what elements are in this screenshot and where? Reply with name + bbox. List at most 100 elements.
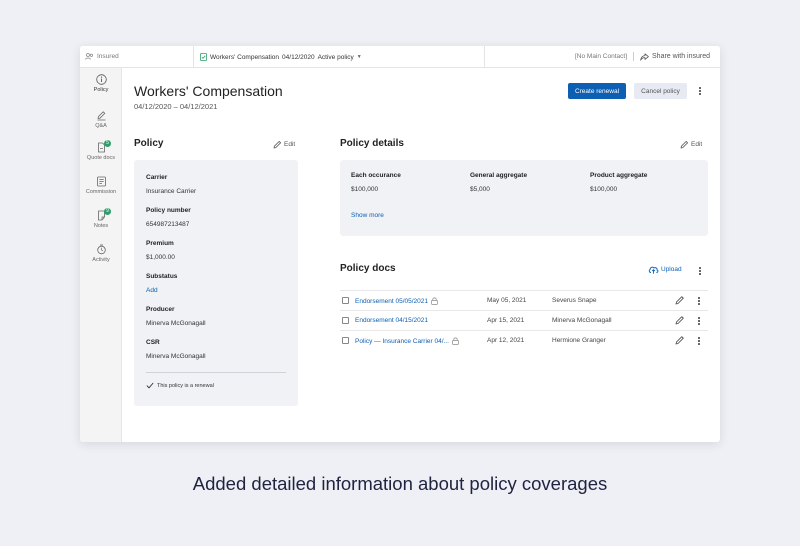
- commission-icon: [96, 176, 106, 187]
- docs-more-options-icon[interactable]: [696, 265, 704, 277]
- table-row[interactable]: Endorsement 04/15/2021 Apr 15, 2021 Mine…: [340, 310, 708, 330]
- sidebar-item-policy[interactable]: Policy: [80, 74, 122, 93]
- substatus-label: Substatus: [146, 273, 178, 280]
- caption: Added detailed information about policy …: [192, 473, 608, 494]
- tab-date: 04/12/2020: [282, 53, 315, 61]
- doc-owner: Minerva McGonagall: [552, 317, 612, 324]
- row-checkbox[interactable]: [342, 297, 349, 304]
- pencil-icon[interactable]: [675, 295, 685, 305]
- pencil-icon[interactable]: [675, 335, 685, 345]
- doc-date: May 05, 2021: [487, 297, 527, 304]
- general-aggregate-value: $5,000: [470, 186, 490, 193]
- sidebar-item-label: Notes: [93, 223, 109, 229]
- sidebar-item-commission[interactable]: Commission: [80, 176, 122, 195]
- page-title: Workers' Compensation: [134, 83, 283, 99]
- premium-label: Premium: [146, 240, 174, 247]
- substatus-add-link[interactable]: Add: [146, 287, 158, 294]
- sidebar-item-quote-docs[interactable]: 5 Quote docs: [80, 140, 122, 161]
- doc-name-link[interactable]: Endorsement 04/15/2021: [355, 317, 428, 324]
- row-more-options-icon[interactable]: [695, 295, 703, 307]
- doc-date: Apr 12, 2021: [487, 337, 525, 344]
- sidebar-item-label: Q&A: [95, 123, 107, 129]
- info-icon: [95, 74, 107, 85]
- policy-section-title: Policy: [134, 138, 164, 149]
- insured-link[interactable]: Insured: [85, 53, 119, 60]
- activity-icon: [96, 244, 106, 255]
- document-check-icon: [200, 53, 207, 61]
- policy-details-edit-button[interactable]: Edit: [680, 140, 702, 149]
- notes-badge: 9: [104, 208, 111, 215]
- tab-status: Active policy: [317, 53, 354, 61]
- csr-value: Minerva McGonagall: [146, 353, 206, 360]
- producer-label: Producer: [146, 306, 175, 313]
- lock-icon: [452, 337, 459, 345]
- sidebar-item-qa[interactable]: Q&A: [80, 110, 122, 129]
- doc-owner: Hermione Granger: [552, 337, 606, 344]
- edit-label: Edit: [284, 141, 296, 148]
- pencil-icon: [273, 141, 281, 149]
- producer-value: Minerva McGonagall: [146, 320, 206, 327]
- insured-label: Insured: [97, 53, 119, 60]
- doc-name-link[interactable]: Endorsement 05/05/2021: [355, 297, 438, 305]
- people-icon: [85, 53, 94, 60]
- pen-chat-icon: [97, 111, 105, 121]
- sidebar-item-label: Quote docs: [86, 155, 116, 161]
- sidebar-item-label: Commission: [85, 189, 117, 195]
- sidebar: Policy Q&A 5 Quote docs Commission 9 Not…: [80, 68, 122, 442]
- product-aggregate-label: Product aggregate: [590, 172, 648, 179]
- share-label: Share with insured: [652, 53, 710, 60]
- app-window: Insured Workers' Compensation 04/12/2020…: [80, 46, 720, 442]
- doc-name: Endorsement 05/05/2021: [355, 297, 428, 305]
- create-renewal-button[interactable]: Create renewal: [568, 83, 626, 99]
- table-row[interactable]: Policy — Insurance Carrier 04/... Apr 12…: [340, 330, 708, 350]
- cancel-policy-button[interactable]: Cancel policy: [634, 83, 687, 99]
- doc-name: Policy — Insurance Carrier 04/...: [355, 337, 449, 345]
- chevron-down-icon: ▼: [356, 54, 362, 60]
- divider: [146, 372, 286, 373]
- share-with-insured-button[interactable]: Share with insured: [640, 52, 710, 61]
- sidebar-item-activity[interactable]: Activity: [80, 244, 122, 263]
- policy-docs-title: Policy docs: [340, 263, 396, 274]
- policy-details-card: Each occurance $100,000 General aggregat…: [340, 160, 708, 236]
- doc-name-link[interactable]: Policy — Insurance Carrier 04/...: [355, 337, 459, 345]
- top-bar: Insured Workers' Compensation 04/12/2020…: [80, 46, 720, 68]
- pencil-icon: [680, 141, 688, 149]
- policy-number-value: 654987213487: [146, 221, 190, 228]
- tab-title: Workers' Compensation: [210, 53, 280, 61]
- general-aggregate-label: General aggregate: [470, 172, 528, 179]
- policy-date-range: 04/12/2020 – 04/12/2021: [134, 102, 218, 111]
- policy-details-title: Policy details: [340, 138, 404, 149]
- carrier-value: Insurance Carrier: [146, 188, 197, 195]
- each-occurrence-label: Each occurance: [351, 172, 401, 179]
- more-options-icon[interactable]: [696, 85, 704, 97]
- lock-icon: [431, 297, 438, 305]
- upload-label: Upload: [661, 266, 682, 273]
- each-occurrence-value: $100,000: [351, 186, 379, 193]
- main-contact-link[interactable]: [No Main Contact]: [575, 53, 627, 60]
- sidebar-item-notes[interactable]: 9 Notes: [80, 208, 122, 229]
- cloud-upload-icon: [648, 266, 659, 274]
- policy-tab[interactable]: Workers' Compensation 04/12/2020 Active …: [193, 46, 485, 68]
- row-checkbox[interactable]: [342, 337, 349, 344]
- renewal-note: This policy is a renewal: [146, 382, 214, 389]
- edit-label: Edit: [691, 141, 703, 148]
- policy-edit-button[interactable]: Edit: [273, 140, 295, 149]
- sidebar-item-label: Activity: [92, 257, 110, 263]
- row-more-options-icon[interactable]: [695, 315, 703, 327]
- row-checkbox[interactable]: [342, 317, 349, 324]
- sidebar-item-label: Policy: [93, 87, 109, 93]
- doc-name: Endorsement 04/15/2021: [355, 317, 428, 324]
- show-more-link[interactable]: Show more: [351, 212, 384, 219]
- check-icon: [146, 382, 154, 389]
- renewal-note-text: This policy is a renewal: [157, 382, 214, 389]
- premium-value: $1,000.00: [146, 254, 175, 261]
- doc-owner: Severus Snape: [552, 297, 597, 304]
- table-row[interactable]: Endorsement 05/05/2021 May 05, 2021 Seve…: [340, 290, 708, 310]
- separator: [633, 52, 635, 61]
- row-more-options-icon[interactable]: [695, 335, 703, 347]
- share-icon: [640, 52, 649, 61]
- pencil-icon[interactable]: [675, 315, 685, 325]
- quote-docs-badge: 5: [104, 140, 111, 147]
- upload-button[interactable]: Upload: [648, 265, 682, 274]
- doc-date: Apr 15, 2021: [487, 317, 525, 324]
